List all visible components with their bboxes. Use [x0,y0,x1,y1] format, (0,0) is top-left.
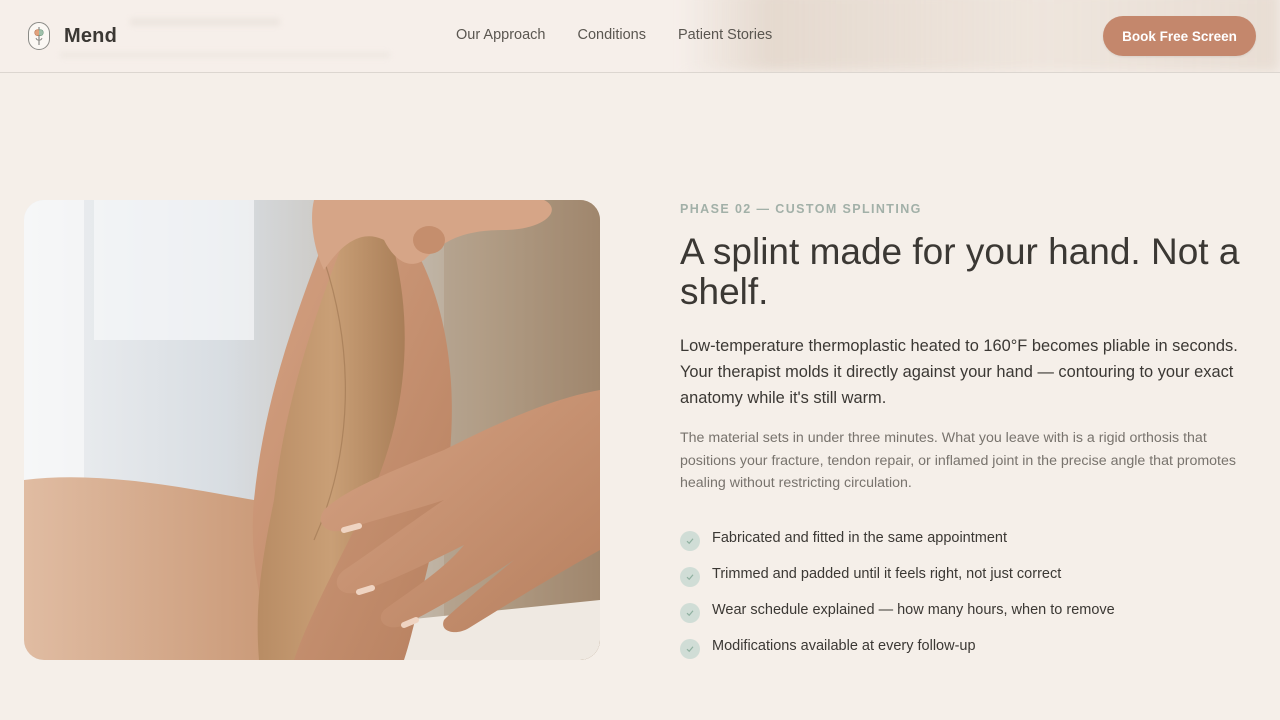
check-icon [680,639,700,659]
book-free-screen-button[interactable]: Book Free Screen [1103,16,1256,56]
site-header: Mend Our Approach Conditions Patient Sto… [0,0,1280,73]
check-icon [680,531,700,551]
nav-conditions[interactable]: Conditions [577,27,646,43]
checklist-item-label: Wear schedule explained — how many hours… [712,602,1115,618]
splinting-hand-photo [24,200,600,660]
list-item: Fabricated and fitted in the same appoin… [680,528,1115,564]
main-nav: Our Approach Conditions Patient Stories [456,27,772,43]
section-lead-paragraph: Low-temperature thermoplastic heated to … [680,337,1238,407]
brand-logo-link[interactable]: Mend [28,22,117,50]
list-item: Wear schedule explained — how many hours… [680,600,1115,636]
nav-our-approach[interactable]: Our Approach [456,27,545,43]
section-headline: A splint made for your hand. Not a shelf… [680,231,1240,312]
check-icon [680,567,700,587]
section-body-paragraph: The material sets in under three minutes… [680,430,1236,492]
list-item: Trimmed and padded until it feels right,… [680,564,1115,600]
brand-name: Mend [64,24,118,47]
checklist-item-label: Fabricated and fitted in the same appoin… [712,530,1008,546]
list-item: Modifications available at every follow-… [680,636,1115,672]
checklist-item-label: Modifications available at every follow-… [712,638,976,654]
feature-checklist: Fabricated and fitted in the same appoin… [680,528,1115,672]
hand-logo-icon [28,22,50,50]
nav-patient-stories[interactable]: Patient Stories [678,27,772,43]
checklist-item-label: Trimmed and padded until it feels right,… [712,566,1062,582]
section-eyebrow: PHASE 02 — CUSTOM SPLINTING [680,202,922,216]
check-icon [680,603,700,623]
